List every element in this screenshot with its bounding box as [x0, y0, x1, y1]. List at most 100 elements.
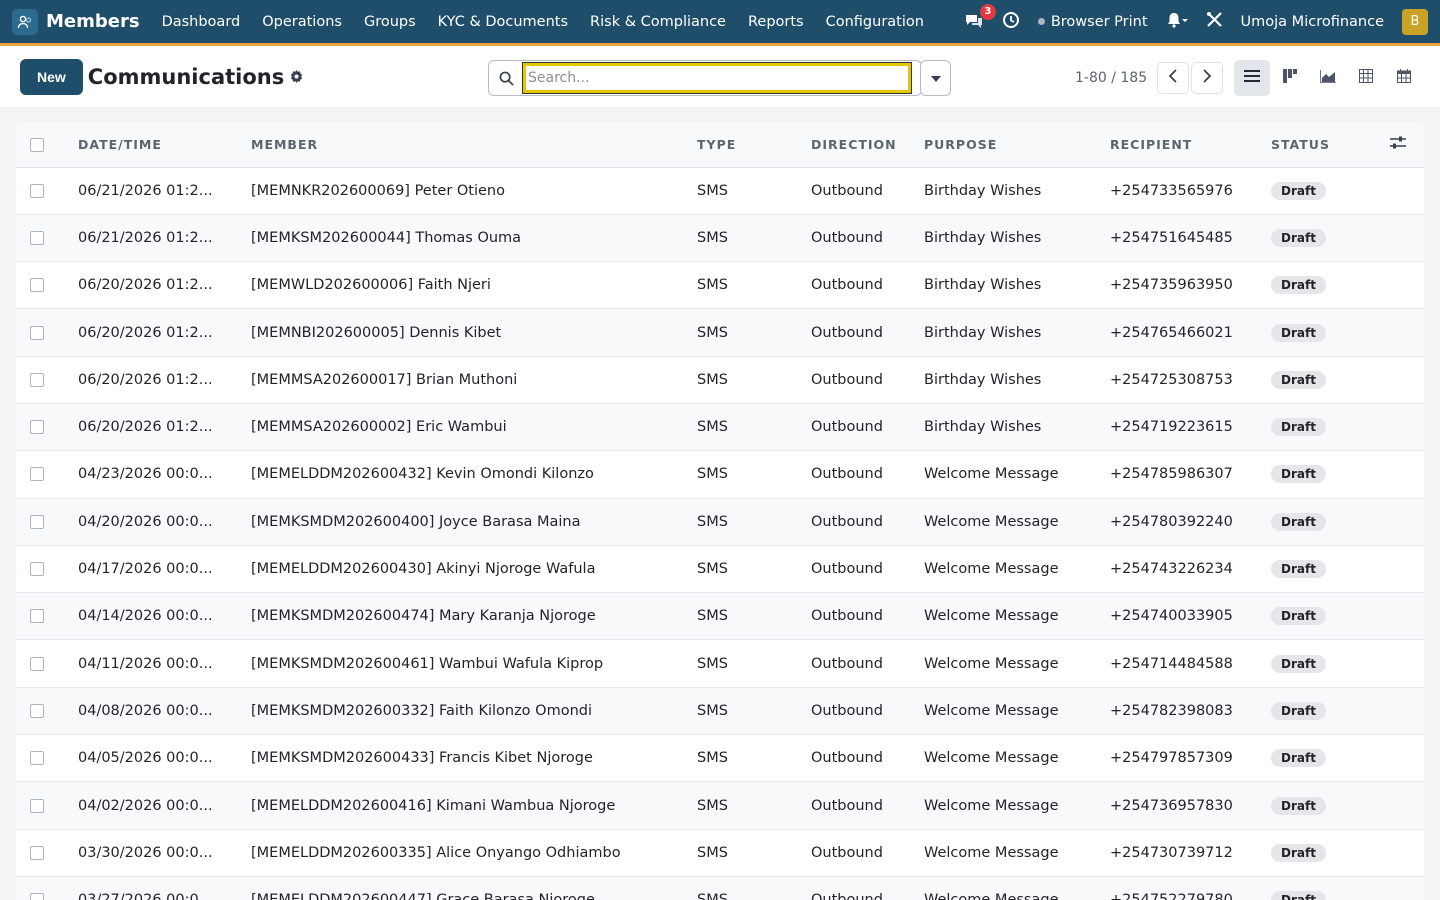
cell-direction: Outbound: [811, 734, 924, 783]
pager-previous-button[interactable]: [1157, 62, 1190, 94]
pager-value[interactable]: 1-80 / 185: [1075, 70, 1147, 86]
row-checkbox[interactable]: [30, 751, 44, 766]
row-checkbox[interactable]: [30, 609, 44, 624]
table-row[interactable]: 03/30/2026 00:0... [MEMELDDM202600335] Al…: [16, 829, 1424, 877]
company-switcher[interactable]: Umoja Microfinance: [1241, 14, 1384, 30]
cell-purpose: Welcome Message: [924, 592, 1110, 641]
caret-down-icon: [930, 70, 941, 86]
row-checkbox[interactable]: [30, 183, 44, 198]
graph-view-button[interactable]: [1310, 60, 1346, 96]
menu-reports[interactable]: Reports: [748, 14, 804, 30]
cell-spacer: [1390, 734, 1424, 783]
menu-dashboard[interactable]: Dashboard: [162, 14, 241, 30]
search-icon: [489, 71, 523, 86]
table-row[interactable]: 04/17/2026 00:0... [MEMELDDM202600430] Ak…: [16, 545, 1424, 594]
row-checkbox[interactable]: [30, 656, 44, 671]
cell-direction: Outbound: [811, 214, 924, 263]
menu-groups[interactable]: Groups: [364, 14, 416, 30]
menu-kyc-documents[interactable]: KYC & Documents: [438, 14, 568, 30]
column-header-direction[interactable]: DIRECTION: [811, 122, 924, 168]
cell-type: SMS: [697, 876, 811, 900]
row-checkbox[interactable]: [30, 372, 44, 387]
user-avatar[interactable]: B: [1402, 8, 1428, 35]
cell-status: Draft: [1271, 498, 1390, 546]
table-row[interactable]: 04/23/2026 00:0... [MEMELDDM202600432] Ke…: [16, 450, 1424, 499]
select-all-checkbox[interactable]: [30, 138, 44, 152]
gear-icon[interactable]: [290, 70, 303, 87]
cell-status: Draft: [1271, 403, 1390, 452]
kanban-view-button[interactable]: [1272, 60, 1308, 96]
cell-datetime: 04/14/2026 00:0...: [78, 592, 251, 641]
row-checkbox[interactable]: [30, 230, 44, 245]
cell-status: Draft: [1271, 308, 1390, 357]
row-checkbox[interactable]: [30, 798, 44, 813]
search-input[interactable]: [522, 62, 912, 94]
optional-columns-toggle[interactable]: [1390, 122, 1424, 168]
row-select-cell: [16, 687, 78, 736]
cell-spacer: [1390, 592, 1424, 641]
table-row[interactable]: 06/20/2026 01:2... [MEMNBI202600005] Denn…: [16, 308, 1424, 357]
row-checkbox[interactable]: [30, 278, 44, 293]
status-badge: Draft: [1271, 512, 1326, 531]
app-title[interactable]: Members: [46, 11, 140, 32]
row-checkbox[interactable]: [30, 514, 44, 529]
list-view-button[interactable]: [1234, 60, 1270, 96]
cell-datetime: 04/20/2026 00:0...: [78, 498, 251, 546]
row-checkbox[interactable]: [30, 845, 44, 860]
search-options-toggle[interactable]: [920, 60, 951, 96]
table-row[interactable]: 06/20/2026 01:2... [MEMMSA202600002] Eric…: [16, 403, 1424, 452]
table-row[interactable]: 04/08/2026 00:0... [MEMKSMDM202600332] Fa…: [16, 687, 1424, 736]
column-header-member[interactable]: MEMBER: [251, 122, 697, 168]
pager-next-button[interactable]: [1191, 62, 1224, 94]
cell-purpose: Birthday Wishes: [924, 308, 1110, 357]
cell-datetime: 03/30/2026 00:0...: [78, 829, 251, 877]
row-checkbox[interactable]: [30, 420, 44, 435]
communications-table: DATE/TIME MEMBER TYPE DIRECTION PURPOSE …: [16, 122, 1424, 900]
cell-member: [MEMNKR202600069] Peter Otieno: [251, 167, 697, 215]
menu-risk-compliance[interactable]: Risk & Compliance: [590, 14, 726, 30]
column-header-datetime[interactable]: DATE/TIME: [78, 122, 251, 168]
table-row[interactable]: 04/02/2026 00:0... [MEMELDDM202600416] Ki…: [16, 781, 1424, 830]
table-row[interactable]: 04/20/2026 00:0... [MEMKSMDM202600400] Jo…: [16, 498, 1424, 546]
chat-button[interactable]: 3: [964, 3, 996, 32]
calendar-view-button[interactable]: [1386, 60, 1422, 96]
column-header-type[interactable]: TYPE: [697, 122, 811, 168]
cell-recipient: +254719223615: [1110, 403, 1271, 452]
table-row[interactable]: 04/05/2026 00:0... [MEMKSMDM202600433] Fr…: [16, 734, 1424, 783]
row-checkbox[interactable]: [30, 893, 44, 900]
table-row[interactable]: 03/27/2026 00:0...[MEMELDDM202600447] Gr…: [16, 876, 1424, 900]
column-header-status[interactable]: STATUS: [1271, 122, 1390, 168]
table-row[interactable]: 06/20/2026 01:2... [MEMWLD202600006] Fait…: [16, 261, 1424, 310]
table-row[interactable]: 04/14/2026 00:0... [MEMKSMDM202600474] Ma…: [16, 592, 1424, 641]
row-checkbox[interactable]: [30, 325, 44, 340]
browser-print-button[interactable]: Browser Print: [1037, 14, 1148, 30]
row-select-cell: [16, 498, 78, 546]
menu-configuration[interactable]: Configuration: [826, 14, 924, 30]
pivot-view-button[interactable]: [1348, 60, 1384, 96]
cell-status: Draft: [1271, 781, 1390, 830]
cell-datetime: 04/17/2026 00:0...: [78, 545, 251, 594]
row-checkbox[interactable]: [30, 703, 44, 718]
bell-icon[interactable]: [1166, 12, 1188, 32]
cell-spacer: [1390, 639, 1424, 688]
table-row[interactable]: 06/20/2026 01:2... [MEMMSA202600017] Bria…: [16, 356, 1424, 404]
cell-recipient: +254751645485: [1110, 214, 1271, 263]
cell-member: [MEMKSMDM202600400] Joyce Barasa Maina: [251, 498, 697, 546]
column-header-recipient[interactable]: RECIPIENT: [1110, 122, 1271, 168]
members-app-icon[interactable]: [12, 8, 38, 35]
row-checkbox[interactable]: [30, 467, 44, 482]
status-badge: Draft: [1271, 465, 1326, 484]
column-header-purpose[interactable]: PURPOSE: [924, 122, 1110, 168]
tools-icon[interactable]: [1206, 11, 1223, 32]
clock-icon[interactable]: [1002, 11, 1020, 33]
table-row[interactable]: 06/21/2026 01:2... [MEMNKR202600069] Pete…: [16, 167, 1424, 215]
cell-member: [MEMKSM202600044] Thomas Ouma: [251, 214, 697, 263]
menu-operations[interactable]: Operations: [262, 14, 342, 30]
row-checkbox[interactable]: [30, 562, 44, 577]
row-select-cell: [16, 545, 78, 594]
sliders-icon: [1390, 136, 1406, 152]
cell-member: [MEMKSMDM202600433] Francis Kibet Njorog…: [251, 734, 697, 783]
table-row[interactable]: 04/11/2026 00:0... [MEMKSMDM202600461] Wa…: [16, 639, 1424, 688]
table-row[interactable]: 06/21/2026 01:2... [MEMKSM202600044] Thom…: [16, 214, 1424, 263]
new-button[interactable]: New: [20, 58, 83, 95]
